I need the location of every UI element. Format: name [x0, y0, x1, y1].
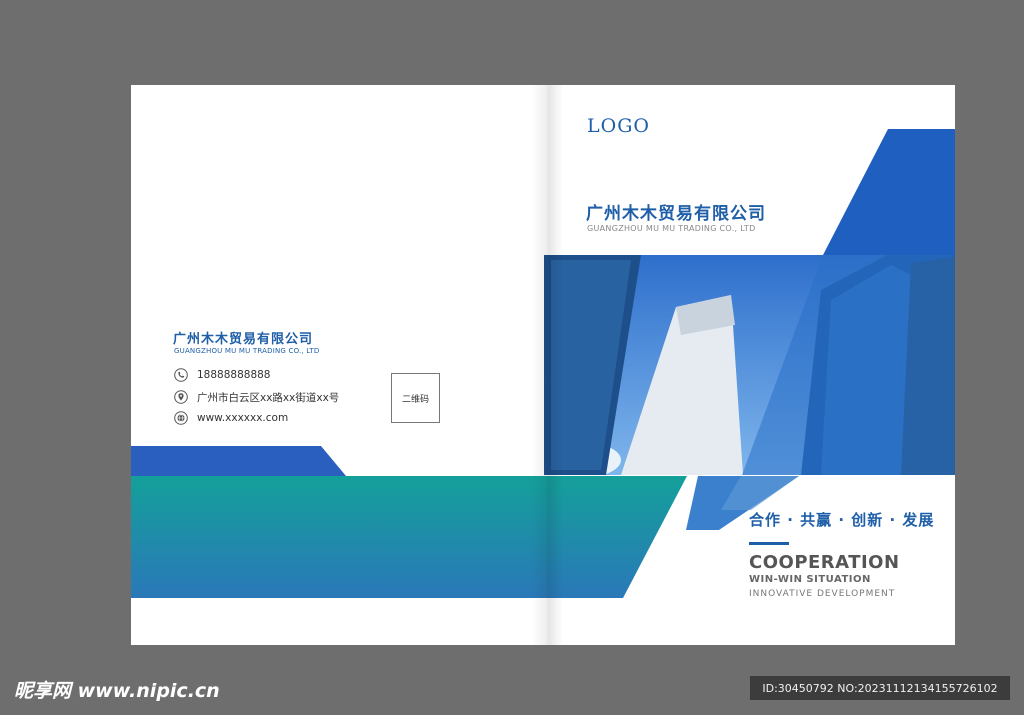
front-company-name-en: GUANGZHOU MU MU TRADING CO., LTD: [587, 224, 756, 233]
back-blue-tab: [131, 446, 346, 476]
back-teal-band: [131, 476, 687, 598]
slogan-divider: [749, 542, 789, 545]
watermark-site: 昵享网 www.nipic.cn: [14, 680, 220, 702]
back-company-name-en: GUANGZHOU MU MU TRADING CO., LTD: [174, 347, 320, 355]
contact-website: www.xxxxxx.com: [174, 410, 288, 426]
front-company-name-cn: 广州木木贸易有限公司: [586, 204, 766, 224]
contact-phone: 18888888888: [174, 367, 271, 383]
contact-website-text: www.xxxxxx.com: [197, 412, 289, 424]
slogan-en-winwin: WIN-WIN SITUATION: [749, 574, 871, 585]
contact-address: 广州市白云区xx路xx街道xx号: [174, 389, 339, 405]
contact-address-text: 广州市白云区xx路xx街道xx号: [197, 391, 340, 404]
globe-icon: [174, 411, 188, 425]
back-company-name-cn: 广州木木贸易有限公司: [173, 332, 314, 347]
book-spine: [531, 85, 563, 645]
phone-icon: [174, 368, 188, 382]
slogan-en-innovative: INNOVATIVE DEVELOPMENT: [749, 589, 896, 599]
contact-phone-text: 18888888888: [197, 369, 271, 381]
location-icon: [174, 390, 188, 404]
front-logo: LOGO: [587, 115, 650, 137]
watermark-id: ID:30450792 NO:20231112134155726102: [750, 676, 1010, 700]
slogan-en-cooperation: COOPERATION: [749, 552, 900, 573]
qr-code-placeholder: 二维码: [391, 373, 440, 423]
slogan-cn: 合作 · 共赢 · 创新 · 发展: [749, 511, 935, 529]
front-top-diagonal: [823, 129, 955, 255]
brochure-spread: LOGO 广州木木贸易有限公司 GUANGZHOU MU MU TRADING …: [131, 85, 955, 645]
